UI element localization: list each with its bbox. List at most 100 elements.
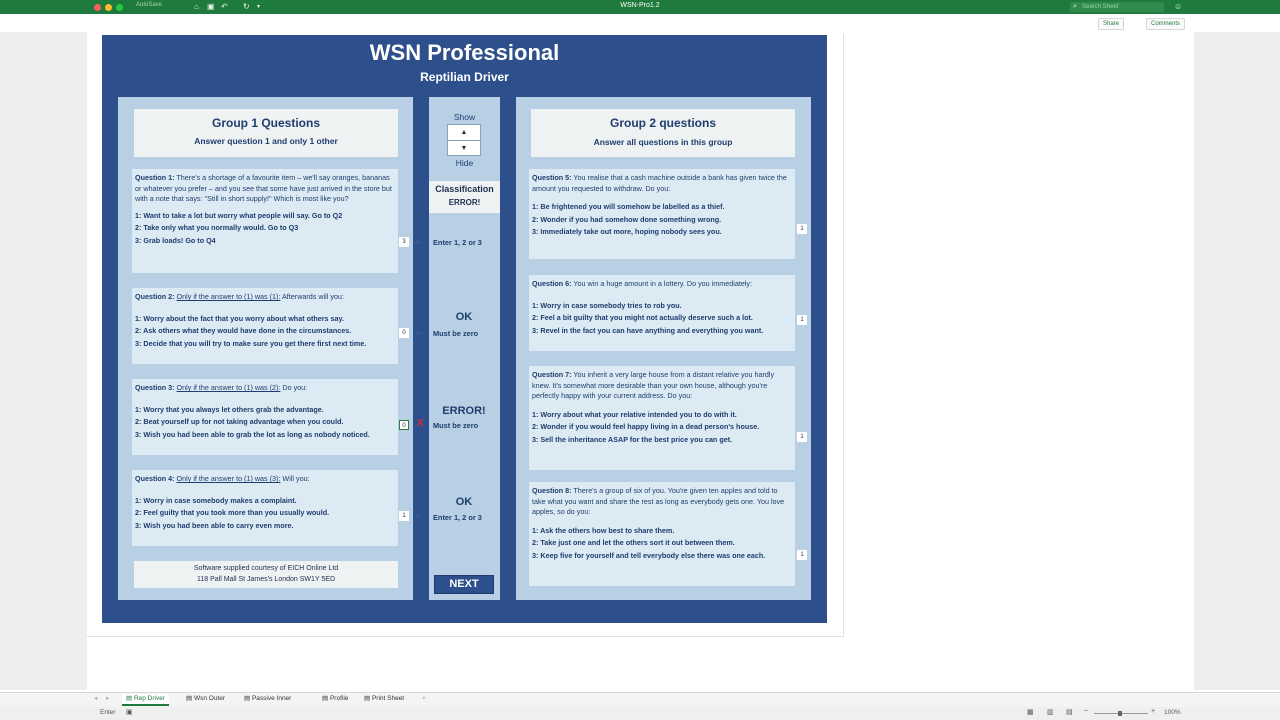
question-3-box: Question 3: Only if the answer to (1) wa… <box>132 379 398 455</box>
page-break-line <box>843 34 844 636</box>
credits-line-2: 118 Pall Mall St James's London SW1Y 5ED <box>196 576 336 583</box>
option: 3: Revel in the fact you can have anythi… <box>532 325 764 335</box>
tab-scroll-left-icon[interactable]: ◂ <box>94 694 97 704</box>
group1-title: Group 1 Questions <box>211 116 320 130</box>
question-number: Question 4: <box>135 474 175 483</box>
spinner-down-icon[interactable]: ▼ <box>448 141 480 156</box>
question-condition: Only if the answer to (1) was (3): <box>176 474 281 483</box>
q3-hint: Must be zero <box>433 421 479 430</box>
option: 2: Wonder if you had somehow done someth… <box>532 214 722 224</box>
search-sheet-input[interactable]: Search Sheet <box>1070 2 1164 12</box>
question-condition: Only if the answer to (1) was (2): <box>176 383 281 392</box>
arrow-left-icon: ⇐ <box>415 237 423 247</box>
tab-label: Print Sheet <box>371 695 405 702</box>
option: 2: Wonder if you would feel happy living… <box>532 422 760 431</box>
option: 1: Ask the others how best to share them… <box>532 525 675 535</box>
credits-box: Software supplied courtesy of EICH Onlin… <box>134 561 398 588</box>
show-hide-spinner[interactable]: ▲ ▼ <box>447 124 481 156</box>
normal-view-icon[interactable]: ▦ <box>1027 708 1034 716</box>
account-icon[interactable]: ☺ <box>1174 2 1182 12</box>
classification-value: ERROR! <box>448 198 481 207</box>
group2-title: Group 2 questions <box>609 116 716 130</box>
option: 1: Worry about what your relative intend… <box>532 409 737 419</box>
status-mode: Enter <box>100 709 116 716</box>
sheet-gutter <box>1194 32 1280 690</box>
zoom-in-icon[interactable]: + <box>1151 708 1155 715</box>
question-number: Question 1: <box>135 173 175 182</box>
question-text: Do you: <box>282 383 308 392</box>
zoom-out-icon[interactable]: − <box>1084 708 1088 715</box>
spinner-up-icon[interactable]: ▲ <box>448 125 480 141</box>
question-number: Question 2: <box>135 292 175 301</box>
zoom-level: 100% <box>1164 709 1181 716</box>
q2-status: OK <box>455 311 473 323</box>
q1-hint: Enter 1, 2 or 3 <box>433 238 482 247</box>
question-4-answer-cell[interactable]: 1 <box>399 511 409 521</box>
credits-line-1: Software supplied courtesy of EICH Onlin… <box>193 565 339 572</box>
add-sheet-icon[interactable]: + <box>422 694 426 704</box>
option: 2: Take just one and let the others sort… <box>532 538 735 547</box>
question-text: Afterwards will you: <box>282 292 344 301</box>
tab-rep-driver[interactable]: ▤ Rep Driver <box>122 694 170 706</box>
option: 2: Ask others what they would have done … <box>135 326 352 335</box>
option: 3: Grab loads! Go to Q4 <box>135 235 216 245</box>
hide-label: Hide <box>455 158 474 168</box>
tab-scroll-right-icon[interactable]: ▸ <box>106 694 109 704</box>
option: 2: Take only what you normally would. Go… <box>135 223 299 232</box>
status-panel <box>429 97 500 600</box>
page-break-line <box>87 636 844 637</box>
question-5-answer-cell[interactable]: 1 <box>797 224 807 234</box>
option: 3: Immediately take out more, hoping nob… <box>532 227 722 236</box>
page-break-view-icon[interactable]: ▤ <box>1066 708 1073 716</box>
tab-profile[interactable]: ▤ Profile <box>322 694 348 704</box>
option: 3: Decide that you will try to make sure… <box>135 338 367 348</box>
q3-status: ERROR! <box>442 405 486 417</box>
option: 3: Keep five for yourself and tell every… <box>532 550 766 560</box>
question-8-box: Question 8: There's a group of six of yo… <box>529 482 795 586</box>
option: 1: Worry in case somebody tries to rob y… <box>532 300 682 310</box>
question-6-answer-cell[interactable]: 1 <box>797 315 807 325</box>
group2-subtitle: Answer all questions in this group <box>593 137 733 147</box>
option: 2: Feel a bit guilty that you might not … <box>532 313 753 322</box>
group1-subtitle: Answer question 1 and only 1 other <box>194 136 338 146</box>
question-6-box: Question 6: You win a huge amount in a l… <box>529 275 795 351</box>
option: 3: Wish you had been able to carry even … <box>135 520 294 530</box>
group2-header: Group 2 questions Answer all questions i… <box>531 109 795 157</box>
search-icon: ⌕ <box>1073 3 1077 10</box>
tab-passive-inner[interactable]: ▤ Passive Inner <box>244 694 291 704</box>
q4-hint: Enter 1, 2 or 3 <box>433 513 482 522</box>
option: 1: Want to take a lot but worry what peo… <box>135 210 343 220</box>
question-7-answer-cell[interactable]: 1 <box>797 432 807 442</box>
question-2-box: Question 2: Only if the answer to (1) wa… <box>132 288 398 364</box>
option: 1: Worry that you always let others grab… <box>135 404 324 414</box>
group1-header: Group 1 Questions Answer question 1 and … <box>134 109 398 157</box>
show-label: Show <box>453 112 476 122</box>
question-number: Question 7: <box>532 370 572 379</box>
tab-print-sheet[interactable]: ▤ Print Sheet <box>364 694 404 704</box>
arrow-left-icon: ⇐ <box>415 511 423 521</box>
macro-record-icon[interactable]: ▣ <box>126 708 133 716</box>
tab-label: Wsn Outer <box>193 695 226 702</box>
page-title: WSN Professional <box>369 40 560 65</box>
comments-button[interactable]: Comments <box>1146 18 1186 30</box>
option: 3: Sell the inheritance ASAP for the bes… <box>532 434 733 444</box>
ribbon <box>0 14 1280 32</box>
question-number: Question 5: <box>532 173 572 182</box>
question-8-answer-cell[interactable]: 1 <box>797 550 807 560</box>
tab-label: Profile <box>329 695 349 702</box>
next-button[interactable]: NEXT <box>434 575 494 594</box>
zoom-slider-thumb[interactable] <box>1118 711 1122 716</box>
error-x-mark: X <box>417 418 424 429</box>
share-button[interactable]: Share <box>1098 18 1125 30</box>
question-1-answer-cell[interactable]: 3 <box>399 237 409 247</box>
page-layout-icon[interactable]: ▥ <box>1047 708 1054 716</box>
question-3-answer-cell[interactable]: 0 <box>399 420 409 430</box>
option: 1: Be frightened you will somehow be lab… <box>532 202 725 211</box>
q2-hint: Must be zero <box>433 329 479 338</box>
question-text: Will you: <box>282 474 310 483</box>
option: 2: Beat yourself up for not taking advan… <box>135 417 344 426</box>
tab-wsn-outer[interactable]: ▤ Wsn Outer <box>186 694 225 704</box>
question-2-answer-cell[interactable]: 0 <box>399 328 409 338</box>
question-7-box: Question 7: You inherit a very large hou… <box>529 366 795 470</box>
classification-label: Classification <box>435 184 494 194</box>
